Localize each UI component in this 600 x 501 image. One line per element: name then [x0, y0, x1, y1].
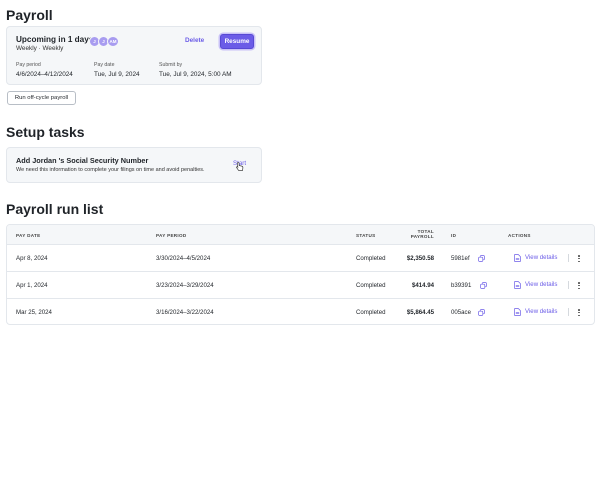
table-row: Mar 25, 2024 3/16/2024–3/22/2024 Complet… [7, 299, 594, 324]
view-details-link[interactable]: View details [525, 308, 557, 315]
header-pay-date: PAY DATE [16, 233, 41, 238]
resume-button[interactable]: Resume [220, 34, 254, 49]
pay-period-label: Pay period [16, 62, 41, 68]
task-description: We need this information to complete you… [16, 167, 205, 173]
header-actions: ACTIONS [508, 233, 531, 238]
avatar: AM [107, 36, 119, 47]
more-vertical-icon[interactable] [576, 254, 582, 263]
setup-task-card: Add Jordan 's Social Security Number We … [6, 147, 262, 183]
payroll-run-table: PAY DATE PAY PERIOD STATUS TOTAL PAYROLL… [6, 224, 595, 325]
table-header: PAY DATE PAY PERIOD STATUS TOTAL PAYROLL… [7, 225, 594, 245]
delete-button[interactable]: Delete [185, 37, 204, 44]
status-cell: Completed [356, 309, 386, 316]
status-cell: Completed [356, 255, 386, 262]
header-total-payroll: TOTAL PAYROLL [405, 229, 434, 239]
view-details-link[interactable]: View details [525, 254, 557, 261]
submit-by-value: Tue, Jul 9, 2024, 5:00 AM [159, 71, 232, 78]
id-cell: 005ace [451, 309, 471, 316]
more-vertical-icon[interactable] [576, 308, 582, 317]
document-icon [514, 281, 521, 289]
header-id: ID [451, 233, 457, 238]
document-icon [514, 308, 521, 316]
id-cell: b39391 [451, 282, 472, 289]
cursor-pointer-icon [236, 162, 244, 171]
upcoming-payroll-card: Upcoming in 1 days Weekly · Weekly J J A… [6, 26, 262, 85]
task-title: Add Jordan 's Social Security Number [16, 156, 149, 165]
submit-by: Submit by Tue, Jul 9, 2024, 5:00 AM [159, 62, 232, 78]
action-divider [568, 308, 569, 316]
pay-period-cell: 3/30/2024–4/5/2024 [156, 255, 211, 262]
action-divider [568, 281, 569, 289]
pay-period: Pay period 4/6/2024–4/12/2024 [16, 62, 73, 78]
header-pay-period: PAY PERIOD [156, 233, 187, 238]
upcoming-frequency: Weekly · Weekly [16, 45, 64, 52]
pay-date-value: Tue, Jul 9, 2024 [94, 71, 140, 78]
setup-tasks-title: Setup tasks [6, 124, 85, 140]
pay-date-cell: Apr 8, 2024 [16, 255, 48, 262]
total-cell: $5,864.45 [406, 309, 434, 316]
pay-period-cell: 3/16/2024–3/22/2024 [156, 309, 214, 316]
copy-icon[interactable] [478, 255, 485, 262]
pay-date-label: Pay date [94, 62, 115, 68]
pay-date-cell: Mar 25, 2024 [16, 309, 52, 316]
pay-date-cell: Apr 1, 2024 [16, 282, 48, 289]
action-divider [568, 254, 569, 262]
run-off-cycle-payroll-button[interactable]: Run off-cycle payroll [7, 91, 76, 105]
copy-icon[interactable] [480, 282, 487, 289]
payroll-run-list-title: Payroll run list [6, 201, 104, 217]
table-row: Apr 1, 2024 3/23/2024–3/29/2024 Complete… [7, 272, 594, 299]
status-cell: Completed [356, 282, 386, 289]
id-cell: 5981ef [451, 255, 470, 262]
total-cell: $414.94 [411, 282, 434, 289]
submit-by-label: Submit by [159, 62, 183, 68]
view-details-link[interactable]: View details [525, 281, 557, 288]
table-row: Apr 8, 2024 3/30/2024–4/5/2024 Completed… [7, 245, 594, 272]
pay-date: Pay date Tue, Jul 9, 2024 [94, 62, 140, 78]
total-cell: $2,350.58 [406, 255, 434, 262]
header-total-line-2: PAYROLL [410, 234, 434, 239]
upcoming-title: Upcoming in 1 days [16, 35, 94, 44]
header-status: STATUS [356, 233, 376, 238]
copy-icon[interactable] [478, 309, 485, 316]
more-vertical-icon[interactable] [576, 281, 582, 290]
pay-period-value: 4/6/2024–4/12/2024 [16, 71, 73, 78]
document-icon [514, 254, 521, 262]
page-title: Payroll [6, 7, 53, 23]
pay-period-cell: 3/23/2024–3/29/2024 [156, 282, 214, 289]
avatar-group: J J AM [89, 36, 119, 47]
